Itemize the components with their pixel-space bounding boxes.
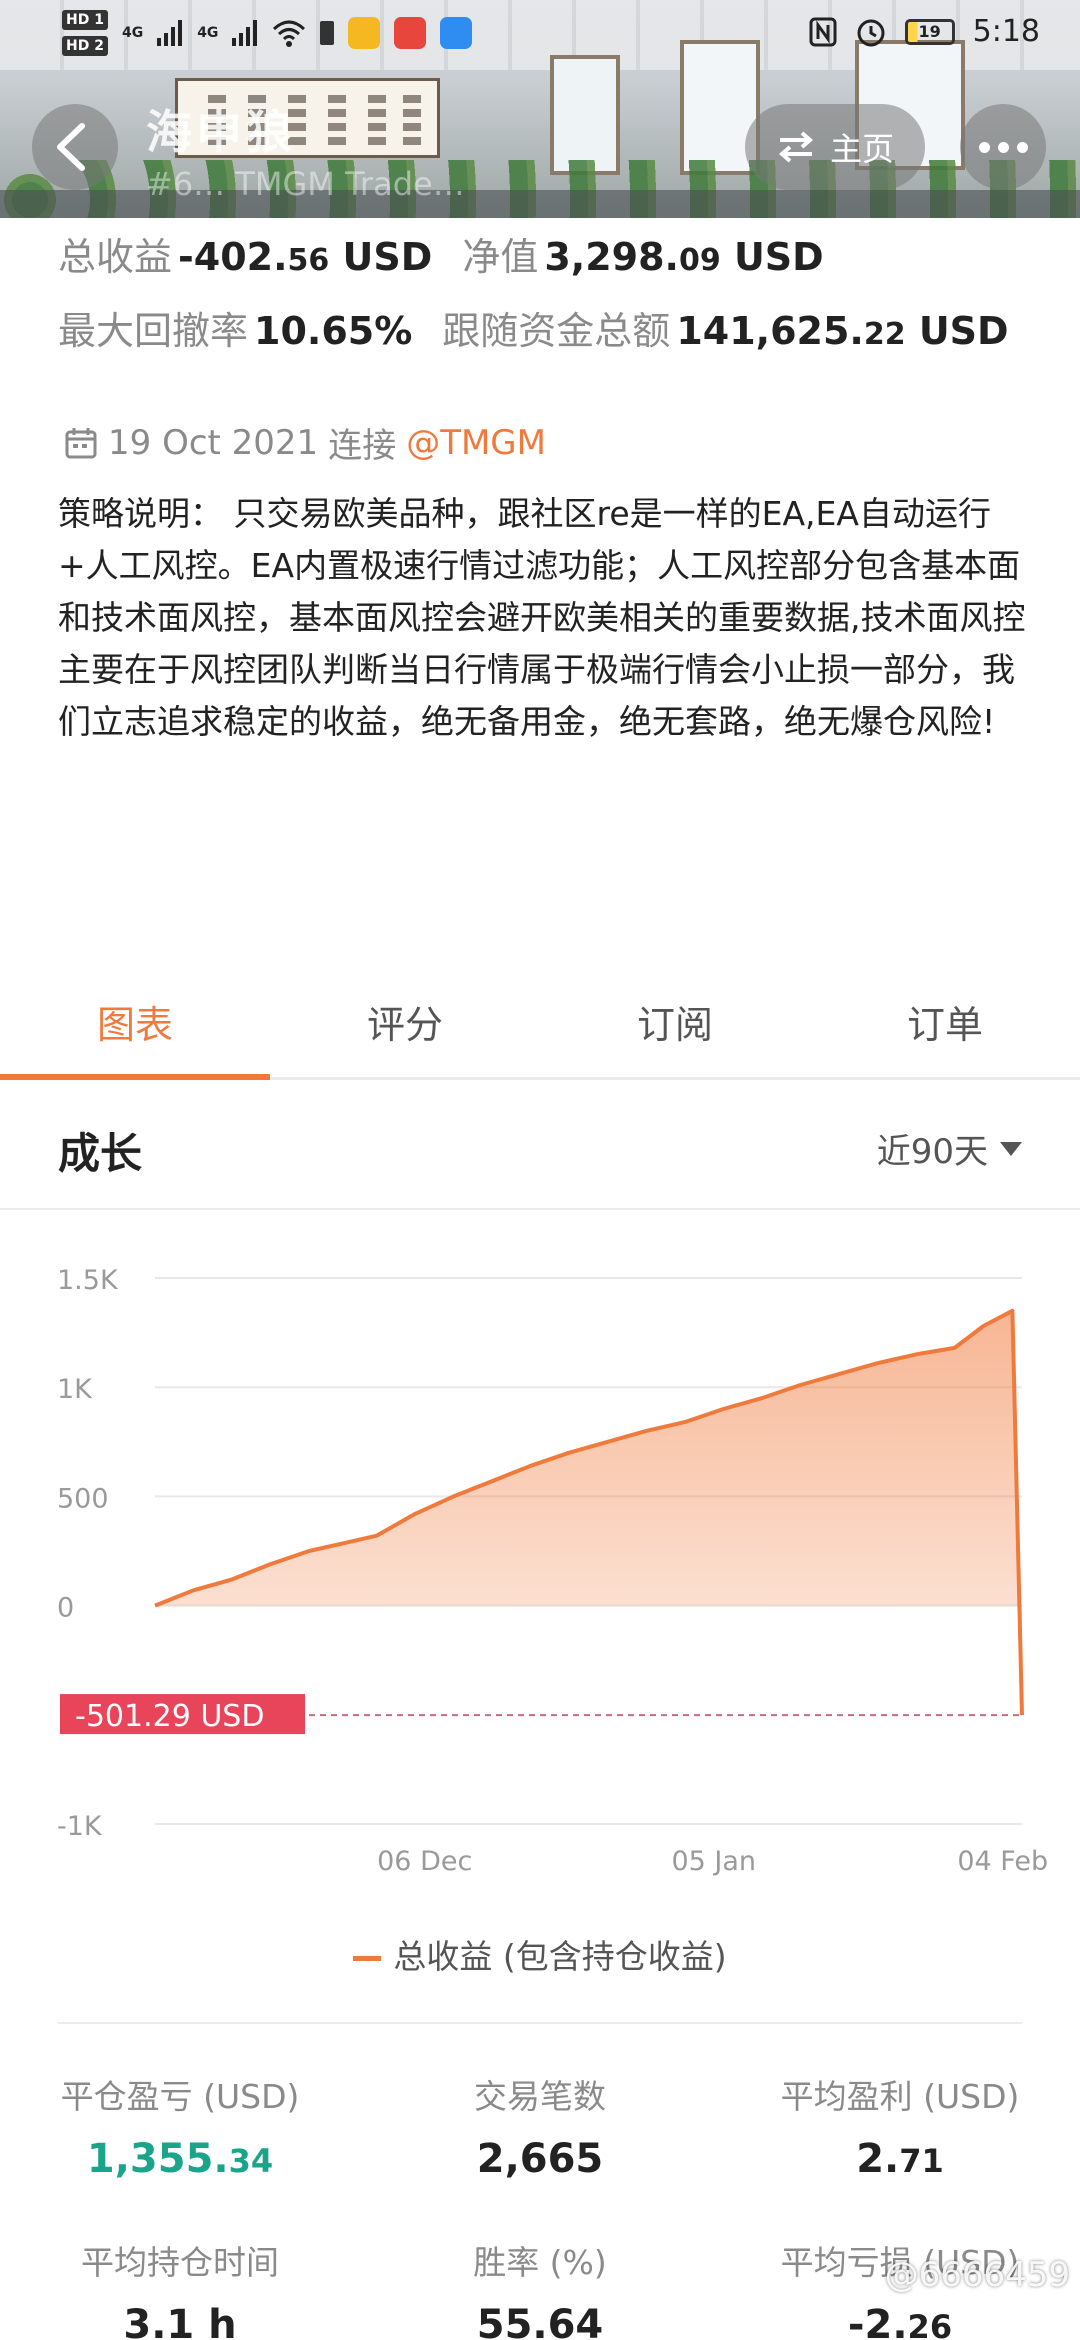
follow-funds-value: 141,625.22 USD — [676, 309, 1009, 353]
banner-window — [550, 55, 620, 175]
connect-info: 19 Oct 2021 连接 @TMGM — [64, 418, 546, 467]
status-bar: HD 1 HD 2 4G 4G 19 5:18 — [0, 0, 1080, 70]
follow-funds-label: 跟随资金总额 — [442, 309, 671, 353]
swap-icon — [778, 131, 814, 163]
avg-hold-value: 3.1 h — [123, 2302, 237, 2340]
signal1-label: 4G — [121, 25, 144, 41]
legend-swatch — [353, 1956, 382, 1961]
equity-value: 3,298.09 USD — [544, 235, 824, 279]
series-area — [155, 1310, 1022, 1716]
home-button-label: 主页 — [829, 130, 894, 168]
legend-label: 总收益 (包含持仓收益) — [393, 1937, 727, 1976]
dot-icon — [997, 141, 1009, 153]
dot-icon — [1016, 141, 1028, 153]
battery-icon: 19 — [904, 18, 955, 45]
y-tick-label: -1K — [57, 1811, 103, 1842]
connect-date: 19 Oct 2021 — [108, 422, 319, 463]
period-label: 近90天 — [876, 1132, 988, 1172]
stat-winrate: 胜率 (%) 55.64 — [360, 2236, 720, 2340]
period-select[interactable]: 近90天 — [877, 1124, 1022, 1173]
weibo-app-icon — [394, 17, 427, 49]
closed-pl-label: 平仓盈亏 (USD) — [60, 2077, 300, 2116]
tab-orders[interactable]: 订单 — [810, 975, 1080, 1077]
x-tick-label: 04 Feb — [957, 1846, 1048, 1877]
trades-value: 2,665 — [476, 2136, 604, 2182]
broker-link[interactable]: @TMGM — [406, 423, 546, 463]
header-banner: HD 1 HD 2 4G 4G 19 5:18 海申狼 #6… TMGM Tra… — [0, 0, 1080, 218]
metrics-row-1: 总收益 -402.56 USD 净值 3,298.09 USD — [58, 226, 824, 281]
stat-avg-hold: 平均持仓时间 3.1 h — [0, 2236, 360, 2340]
signal2-icon — [232, 20, 258, 46]
chevron-left-icon — [57, 123, 85, 171]
avg-profit-value: 2.71 — [856, 2136, 944, 2182]
y-tick-label: 500 — [57, 1483, 109, 1514]
tab-rating[interactable]: 评分 — [270, 975, 540, 1077]
wifi-icon — [273, 20, 306, 47]
total-profit-label: 总收益 — [58, 235, 173, 279]
tab-bar: 图表 评分 订阅 订单 — [0, 975, 1080, 1080]
dot-icon — [978, 141, 990, 153]
more-button[interactable] — [960, 104, 1046, 190]
chat-app-icon — [440, 17, 473, 49]
avg-hold-label: 平均持仓时间 — [81, 2243, 279, 2282]
page-subtitle: #6… TMGM Trade… — [146, 165, 465, 203]
winrate-label: 胜率 (%) — [473, 2243, 607, 2282]
caret-down-icon — [1000, 1141, 1022, 1156]
growth-chart: 1.5K 1K 500 0 -1K 06 Dec 05 Jan 04 Feb -501.29 U… — [57, 1265, 1048, 1877]
status-left: HD 1 HD 2 4G 4G — [62, 10, 473, 56]
trades-label: 交易笔数 — [474, 2077, 606, 2116]
strategy-description: 策略说明： 只交易欧美品种，跟社区re是一样的EA,EA自动运行+人工风控。EA… — [58, 494, 1026, 741]
metrics-row-2: 最大回撤率 10.65% 跟随资金总额 141,625.22 USD — [58, 300, 1009, 355]
page-title: 海申狼 — [146, 105, 296, 159]
total-profit-value: -402.56 USD — [178, 235, 433, 279]
sim-icon — [320, 21, 335, 45]
nfc-icon — [809, 17, 837, 46]
section-title: 成长 — [58, 1129, 143, 1178]
stat-avg-profit: 平均盈利 (USD) 2.71 — [720, 2070, 1080, 2182]
status-right: 19 5:18 — [809, 14, 1040, 49]
watermark: @6666459 — [884, 2255, 1070, 2295]
signal1-icon — [157, 20, 183, 46]
growth-section-header: 成长 近90天 — [0, 1080, 1080, 1210]
tab-subscribe[interactable]: 订阅 — [540, 975, 810, 1077]
clock: 5:18 — [972, 14, 1040, 49]
hd2-badge: HD 2 — [62, 36, 108, 56]
mail-app-icon — [348, 17, 381, 49]
stat-trades: 交易笔数 2,665 — [360, 2070, 720, 2182]
y-tick-label: 0 — [57, 1593, 74, 1624]
x-tick-label: 05 Jan — [671, 1846, 756, 1877]
stat-closed-pl: 平仓盈亏 (USD) 1,355.34 — [0, 2070, 360, 2182]
avg-profit-label: 平均盈利 (USD) — [780, 2077, 1020, 2116]
equity-label: 净值 — [462, 235, 539, 279]
back-button[interactable] — [32, 104, 118, 190]
x-tick-label: 06 Dec — [377, 1846, 472, 1877]
alarm-icon — [857, 19, 885, 46]
min-value-label: -501.29 USD — [75, 1699, 264, 1734]
avg-loss-value: -2.26 — [847, 2302, 953, 2340]
winrate-value: 55.64 — [476, 2302, 604, 2340]
calendar-icon — [65, 427, 97, 458]
y-tick-label: 1.5K — [57, 1265, 119, 1296]
tab-chart[interactable]: 图表 — [0, 975, 270, 1080]
closed-pl-value: 1,355.34 — [86, 2136, 274, 2182]
chart-legend: 总收益 (包含持仓收益) — [0, 1930, 1080, 1978]
signal2-label: 4G — [197, 25, 219, 41]
home-button[interactable]: 主页 — [745, 104, 925, 190]
connect-label: 连接 — [328, 426, 397, 466]
drawdown-label: 最大回撤率 — [58, 309, 249, 353]
y-tick-label: 1K — [57, 1374, 93, 1405]
divider — [58, 2022, 1022, 2024]
hd1-badge: HD 1 — [62, 10, 108, 30]
drawdown-value: 10.65% — [254, 309, 413, 353]
